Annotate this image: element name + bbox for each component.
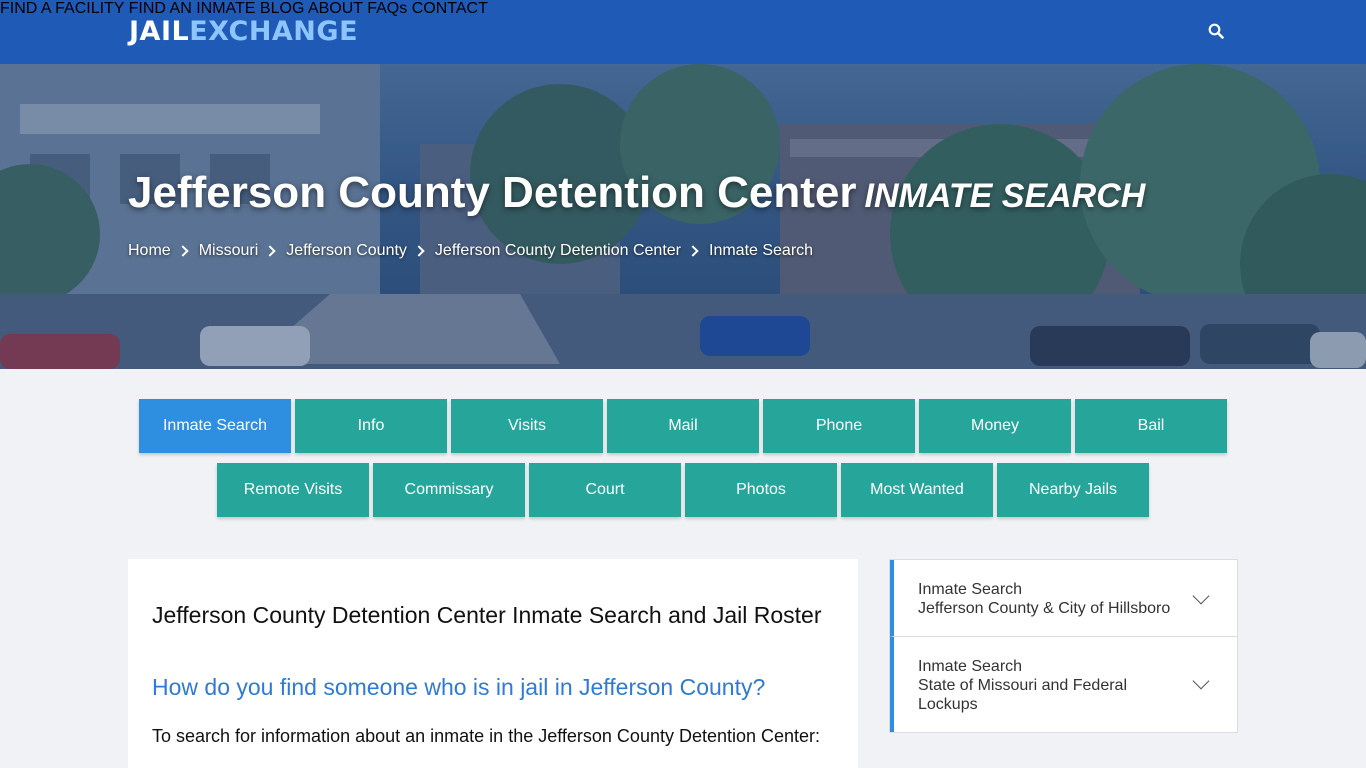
nav-find-inmate[interactable]: FIND AN INMATE bbox=[129, 0, 256, 17]
tab-money[interactable]: Money bbox=[919, 399, 1071, 453]
accordion-item-state[interactable]: Inmate Search State of Missouri and Fede… bbox=[890, 637, 1237, 732]
tab-most-wanted[interactable]: Most Wanted bbox=[841, 463, 993, 517]
nav-about[interactable]: ABOUT bbox=[308, 0, 363, 17]
tab-visits[interactable]: Visits bbox=[451, 399, 603, 453]
site-logo[interactable]: JAILEXCHANGE bbox=[129, 16, 358, 48]
accordion-item-title: Inmate Search bbox=[918, 581, 1023, 598]
sidebar-accordion: Inmate Search Jefferson County & City of… bbox=[889, 559, 1238, 733]
tab-inmate-search[interactable]: Inmate Search bbox=[139, 399, 291, 453]
nav-contact[interactable]: CONTACT bbox=[412, 0, 488, 17]
main-content-card: Jefferson County Detention Center Inmate… bbox=[128, 559, 858, 768]
tab-bail[interactable]: Bail bbox=[1075, 399, 1227, 453]
chevron-down-icon[interactable] bbox=[1192, 672, 1210, 690]
page-title-sub: INMATE SEARCH bbox=[864, 177, 1146, 215]
breadcrumb-missouri[interactable]: Missouri bbox=[199, 242, 259, 260]
breadcrumb: Home Missouri Jefferson County Jefferson… bbox=[128, 242, 813, 260]
content-heading: Jefferson County Detention Center Inmate… bbox=[152, 602, 822, 628]
accordion-item-subtitle: Jefferson County & City of Hillsboro bbox=[918, 600, 1171, 617]
page-title: Jefferson County Detention Center INMATE … bbox=[128, 168, 1145, 221]
page-title-main: Jefferson County Detention Center bbox=[128, 168, 857, 217]
tab-info[interactable]: Info bbox=[295, 399, 447, 453]
content-intro: To search for information about an inmat… bbox=[152, 726, 821, 746]
content-subheading: How do you find someone who is in jail i… bbox=[152, 674, 766, 700]
tab-commissary[interactable]: Commissary bbox=[373, 463, 525, 517]
tab-phone[interactable]: Phone bbox=[763, 399, 915, 453]
breadcrumb-home[interactable]: Home bbox=[128, 242, 171, 260]
accordion-item-subtitle: State of Missouri and Federal Lockups bbox=[918, 677, 1127, 713]
chevron-right-icon bbox=[687, 245, 699, 257]
chevron-right-icon bbox=[413, 245, 425, 257]
chevron-right-icon bbox=[264, 245, 276, 257]
breadcrumb-jefferson-county[interactable]: Jefferson County bbox=[286, 242, 407, 260]
breadcrumb-current: Inmate Search bbox=[709, 242, 814, 259]
nav-blog[interactable]: BLOG bbox=[260, 0, 304, 17]
top-navbar: JAILEXCHANGE FIND A FACILITY FIND AN INM… bbox=[0, 0, 1366, 64]
breadcrumb-detention-center[interactable]: Jefferson County Detention Center bbox=[435, 242, 681, 260]
accordion-item-title: Inmate Search bbox=[918, 658, 1023, 675]
tab-court[interactable]: Court bbox=[529, 463, 681, 517]
chevron-down-icon[interactable] bbox=[1192, 587, 1210, 605]
search-icon[interactable] bbox=[1208, 23, 1224, 39]
tab-photos[interactable]: Photos bbox=[685, 463, 837, 517]
logo-part-exchange: EXCHANGE bbox=[189, 16, 359, 47]
hero-banner: Jefferson County Detention Center INMATE … bbox=[0, 64, 1366, 369]
nav-faqs[interactable]: FAQs bbox=[367, 0, 407, 17]
tab-nearby-jails[interactable]: Nearby Jails bbox=[997, 463, 1149, 517]
nav-find-facility[interactable]: FIND A FACILITY bbox=[0, 0, 124, 17]
accordion-item-county[interactable]: Inmate Search Jefferson County & City of… bbox=[890, 560, 1237, 637]
logo-part-jail: JAIL bbox=[129, 16, 190, 47]
tab-remote-visits[interactable]: Remote Visits bbox=[217, 463, 369, 517]
chevron-right-icon bbox=[177, 245, 189, 257]
tab-mail[interactable]: Mail bbox=[607, 399, 759, 453]
